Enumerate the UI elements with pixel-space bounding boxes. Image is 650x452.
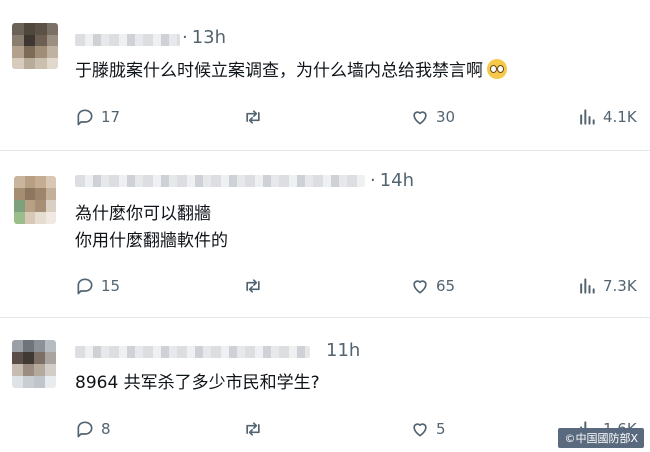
reply-button[interactable]: 17 — [75, 107, 120, 127]
like-count: 65 — [436, 277, 456, 295]
post[interactable]: · 14h 為什麼你可以翻牆 你用什麼翻牆軟件的 15 65 7.3K — [0, 151, 650, 317]
post-actions: 15 65 7.3K — [0, 276, 650, 300]
post-time[interactable]: · 13h — [182, 27, 226, 48]
like-count: 5 — [436, 420, 446, 438]
reply-button[interactable]: 15 — [75, 276, 120, 296]
post-actions: 17 30 4.1K — [0, 107, 650, 131]
reply-count: 8 — [101, 420, 111, 438]
view-count: 7.3K — [603, 277, 637, 295]
avatar[interactable] — [12, 340, 56, 388]
repost-button[interactable] — [243, 276, 263, 296]
heart-icon — [413, 423, 427, 437]
pleading-face-icon — [487, 59, 507, 79]
post[interactable]: · 13h 于滕胧案什么时候立案调查，为什么墙内总给我禁言啊 17 30 4.1K — [0, 0, 650, 150]
view-count: 4.1K — [603, 108, 637, 126]
repost-button[interactable] — [243, 419, 263, 439]
bar-chart-icon — [580, 109, 595, 125]
heart-icon — [413, 280, 427, 294]
like-count: 30 — [436, 108, 456, 126]
heart-icon — [413, 111, 427, 125]
reply-count: 17 — [101, 108, 121, 126]
post-time[interactable]: 11h — [326, 340, 360, 361]
author-name[interactable] — [75, 346, 310, 358]
speech-bubble-icon — [77, 278, 93, 295]
like-button[interactable]: 30 — [410, 107, 455, 127]
post-time[interactable]: · 14h — [370, 170, 414, 191]
post[interactable]: 11h 8964 共军杀了多少市民和学生? 8 5 1.6K — [0, 318, 650, 452]
post-text-line: 為什麼你可以翻牆 — [75, 204, 211, 224]
avatar[interactable] — [14, 176, 56, 224]
source-watermark: ©中国國防部X — [558, 428, 644, 448]
bar-chart-icon — [580, 278, 595, 294]
post-text-line: 你用什麼翻牆軟件的 — [75, 231, 228, 251]
post-text: 8964 共军杀了多少市民和学生? — [75, 373, 320, 393]
repost-button[interactable] — [243, 107, 263, 127]
views-button[interactable]: 4.1K — [577, 107, 637, 127]
repost-arrows-icon — [246, 422, 260, 436]
avatar[interactable] — [12, 23, 58, 69]
reply-button[interactable]: 8 — [75, 419, 111, 439]
speech-bubble-icon — [77, 109, 93, 126]
like-button[interactable]: 65 — [410, 276, 455, 296]
repost-arrows-icon — [246, 110, 260, 124]
reply-count: 15 — [101, 277, 121, 295]
views-button[interactable]: 7.3K — [577, 276, 637, 296]
repost-arrows-icon — [246, 279, 260, 293]
author-name[interactable] — [75, 175, 365, 187]
speech-bubble-icon — [77, 421, 93, 438]
author-name[interactable] — [75, 34, 180, 46]
post-actions: 8 5 1.6K — [0, 419, 650, 443]
like-button[interactable]: 5 — [410, 419, 446, 439]
post-text: 于滕胧案什么时候立案调查，为什么墙内总给我禁言啊 — [75, 58, 507, 84]
